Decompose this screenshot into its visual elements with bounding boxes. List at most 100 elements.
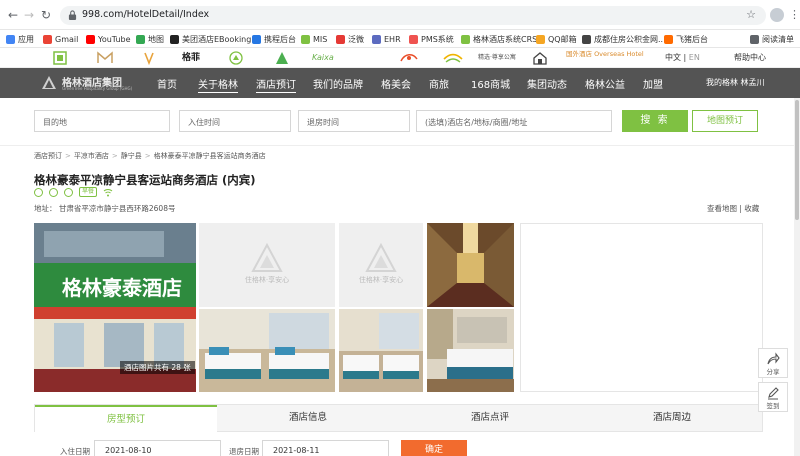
- ctrip-icon: [252, 34, 261, 44]
- brand-logo-9[interactable]: [442, 51, 464, 65]
- page-scrollbar[interactable]: [794, 98, 800, 456]
- search-button[interactable]: 搜 索: [622, 110, 688, 132]
- brand-jingxuan[interactable]: 精选·尊享公寓: [478, 51, 516, 65]
- lang-alt[interactable]: EN: [689, 53, 700, 62]
- bookmark-crs[interactable]: 格林酒店系统CRS: [461, 33, 537, 45]
- nav-my-account[interactable]: 我的格林 林孟川: [706, 77, 765, 88]
- room-photo[interactable]: [339, 309, 423, 392]
- lang-current[interactable]: 中文: [665, 53, 681, 62]
- storefront-photo[interactable]: 格林豪泰酒店 酒店图片共有 28 张: [34, 223, 196, 392]
- nav-gemeihui[interactable]: 格美会: [381, 76, 411, 91]
- bookmark-label: PMS系统: [421, 34, 454, 44]
- bookmark-pms[interactable]: PMS系统: [409, 33, 454, 45]
- greentree-leaf-icon: [461, 34, 470, 44]
- photo-placeholder[interactable]: 住格林·享安心: [199, 223, 335, 307]
- photo-placeholder[interactable]: 住格林·享安心: [339, 223, 423, 307]
- breadcrumb-separator: >: [111, 152, 118, 160]
- checkin-date-field[interactable]: 2021-08-10: [94, 440, 221, 456]
- checkin-date-input[interactable]: 入住时间: [179, 110, 291, 132]
- bookmark-chengdu-fund[interactable]: 成都住房公积金网...: [582, 33, 666, 45]
- brand-kaixa[interactable]: Kaixa: [312, 51, 334, 65]
- profile-avatar[interactable]: [770, 8, 784, 22]
- brand-logo-8[interactable]: [399, 51, 419, 65]
- bookmark-ctrip[interactable]: 携程后台: [252, 33, 296, 45]
- map-panel[interactable]: [520, 223, 763, 392]
- bookmark-label: 格林酒店系统CRS: [473, 34, 538, 44]
- brand-logo-2[interactable]: [96, 51, 114, 65]
- view-map-link[interactable]: 查看地图: [707, 204, 737, 213]
- reading-list-icon: [750, 34, 759, 44]
- bookmark-label: 携程后台: [264, 34, 296, 44]
- corridor-photo[interactable]: [427, 223, 514, 307]
- tab-nearby[interactable]: 酒店周边: [581, 405, 763, 432]
- facility-icons: 早餐: [34, 187, 113, 197]
- nav-hotel-booking[interactable]: 酒店预订: [256, 76, 296, 93]
- share-button[interactable]: 分享: [758, 348, 788, 378]
- back-icon[interactable]: ←: [6, 8, 20, 22]
- wifi-icon: [103, 188, 113, 196]
- bookmark-meituan[interactable]: 美团酒店EBooking: [170, 33, 251, 45]
- reload-icon[interactable]: ↻: [39, 8, 53, 22]
- bookmark-mis[interactable]: MIS: [301, 33, 327, 45]
- favorite-link[interactable]: 收藏: [744, 204, 759, 213]
- main-navigation: 格林酒店集团 GreenTree Hospitality Group (GHG)…: [0, 68, 800, 98]
- tab-hotel-info[interactable]: 酒店信息: [217, 405, 399, 432]
- map-booking-button[interactable]: 地图预订: [692, 110, 758, 132]
- help-center-link[interactable]: 帮助中心: [734, 52, 766, 63]
- keyword-input[interactable]: (选填)酒店名/地标/商圈/地址: [416, 110, 612, 132]
- nav-business-travel[interactable]: 商旅: [429, 76, 449, 91]
- bookmark-label: 阅读清单: [762, 34, 794, 44]
- tab-room-booking[interactable]: 房型预订: [35, 405, 217, 432]
- bookmark-gmail[interactable]: Gmail: [43, 33, 78, 45]
- breadcrumb-item[interactable]: 静宁县: [121, 152, 142, 160]
- bookmark-fliggy[interactable]: 飞猪后台: [664, 33, 708, 45]
- room-photo[interactable]: [199, 309, 335, 392]
- brand-logo-3[interactable]: [142, 51, 156, 65]
- breadcrumb: 酒店预订 > 平凉市酒店 > 静宁县 > 格林豪泰平凉静宁县客运站商务酒店: [34, 151, 266, 161]
- breadcrumb-item[interactable]: 酒店预订: [34, 152, 62, 160]
- address-bar[interactable]: 998.com/HotelDetail/Index ☆: [60, 6, 766, 25]
- bookmark-fanwei[interactable]: 泛微: [336, 33, 364, 45]
- scrollbar-thumb[interactable]: [795, 100, 799, 220]
- house-icon[interactable]: [532, 51, 548, 65]
- bookmark-maps[interactable]: 地图: [136, 33, 164, 45]
- breadcrumb-item[interactable]: 平凉市酒店: [74, 152, 109, 160]
- bookmark-reading-list[interactable]: 阅读清单: [750, 33, 794, 45]
- language-switch[interactable]: 中文 | EN: [665, 52, 700, 63]
- bookmark-label: EHR: [384, 34, 401, 44]
- breakfast-icon: [64, 187, 73, 197]
- corridor-image: [427, 223, 514, 307]
- brand-overseas[interactable]: 国外酒店 Overseas Hotel: [566, 51, 644, 65]
- destination-input[interactable]: 目的地: [34, 110, 170, 132]
- confirm-button[interactable]: 确定: [401, 440, 467, 456]
- nav-brands[interactable]: 我们的品牌: [313, 76, 363, 91]
- nav-franchise[interactable]: 加盟: [643, 76, 663, 91]
- share-label: 分享: [766, 368, 780, 376]
- checkout-date-field[interactable]: 2021-08-11: [262, 440, 389, 456]
- bookmark-apps[interactable]: 应用: [6, 33, 34, 45]
- photo-count-label[interactable]: 酒店图片共有 28 张: [120, 361, 195, 374]
- greentree-group-logo[interactable]: 格林酒店集团 GreenTree Hospitality Group (GHG): [40, 73, 140, 93]
- bookmark-qqmail[interactable]: QQ邮箱: [536, 33, 577, 45]
- tab-hotel-reviews[interactable]: 酒店点评: [399, 405, 581, 432]
- browser-menu-icon[interactable]: ⋮: [789, 8, 800, 21]
- nav-home[interactable]: 首页: [157, 76, 177, 91]
- room-photo[interactable]: [427, 309, 514, 392]
- signin-button[interactable]: 签到: [758, 382, 788, 412]
- breadcrumb-separator: >: [65, 152, 71, 160]
- brand-logo-6[interactable]: [274, 51, 290, 65]
- bookmark-star-icon[interactable]: ☆: [746, 8, 756, 21]
- checkout-date-input[interactable]: 退房时间: [298, 110, 410, 132]
- nav-group-news[interactable]: 集团动态: [527, 76, 567, 91]
- brand-logo-1[interactable]: [52, 51, 68, 65]
- nav-168-mall[interactable]: 168商城: [471, 76, 510, 91]
- brand-logo-5[interactable]: [228, 51, 244, 65]
- bookmark-ehr[interactable]: EHR: [372, 33, 401, 45]
- forward-icon[interactable]: →: [22, 8, 36, 22]
- bookmark-youtube[interactable]: YouTube: [86, 33, 131, 45]
- nav-about[interactable]: 关于格林: [198, 76, 238, 93]
- nav-charity[interactable]: 格林公益: [585, 76, 625, 91]
- bookmark-label: 泛微: [348, 34, 364, 44]
- brand-gefei[interactable]: 格菲: [182, 51, 200, 65]
- checkin-date-label: 入住日期: [60, 447, 90, 456]
